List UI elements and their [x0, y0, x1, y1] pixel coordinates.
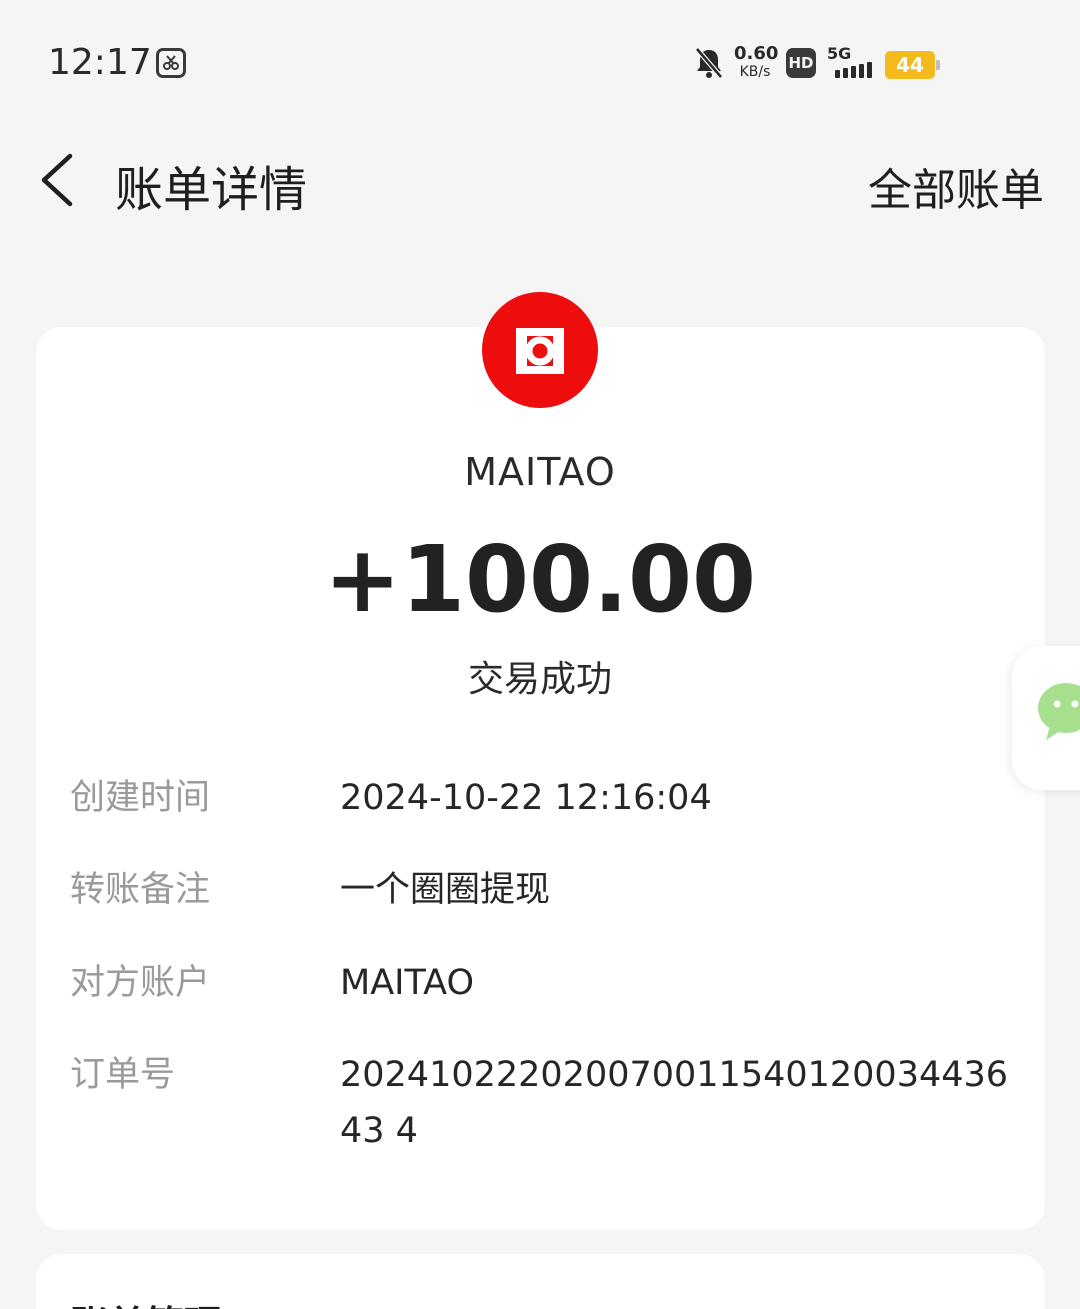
network-speed-unit: KB/s: [739, 64, 771, 80]
transaction-status: 交易成功: [467, 659, 612, 700]
detail-label: 创建时间: [70, 778, 211, 818]
scissors-icon: [156, 48, 186, 78]
network-speed-value: 0.60: [734, 43, 779, 64]
transaction-amount: +100.00: [323, 526, 757, 633]
status-bar: 12:17 0.60 KB/s HD 5G 44: [0, 0, 1080, 120]
floating-wechat-tab[interactable]: [1012, 646, 1080, 790]
order-number-value[interactable]: 20241022202007001154012003443643 4: [340, 1047, 1020, 1159]
detail-value: 2024-10-22 12:16:04: [340, 778, 712, 818]
detail-label: 转账备注: [70, 870, 211, 910]
detail-label: 对方账户: [70, 963, 211, 1003]
bill-management-card: 账单管理: [36, 1254, 1045, 1309]
bell-muted-icon: [694, 46, 724, 84]
bill-management-title: 账单管理: [70, 1294, 222, 1309]
status-time: 12:17: [48, 42, 152, 83]
back-arrow-icon[interactable]: [36, 150, 86, 210]
page-title: 账单详情: [115, 162, 308, 218]
merchant-name: MAITAO: [464, 450, 616, 494]
detail-value: MAITAO: [340, 963, 475, 1003]
battery-indicator: 44: [885, 51, 940, 79]
detail-label: 订单号: [70, 1055, 176, 1095]
detail-value: 一个圈圈提现: [340, 870, 551, 910]
network-speed: 0.60 KB/s: [734, 43, 779, 80]
merchant-logo-icon: [482, 292, 598, 408]
hd-voice-badge: HD: [786, 48, 816, 78]
network-type: 5G: [827, 44, 852, 63]
signal-strength-icon: 5G: [827, 44, 877, 78]
all-bills-link[interactable]: 全部账单: [868, 154, 1044, 218]
